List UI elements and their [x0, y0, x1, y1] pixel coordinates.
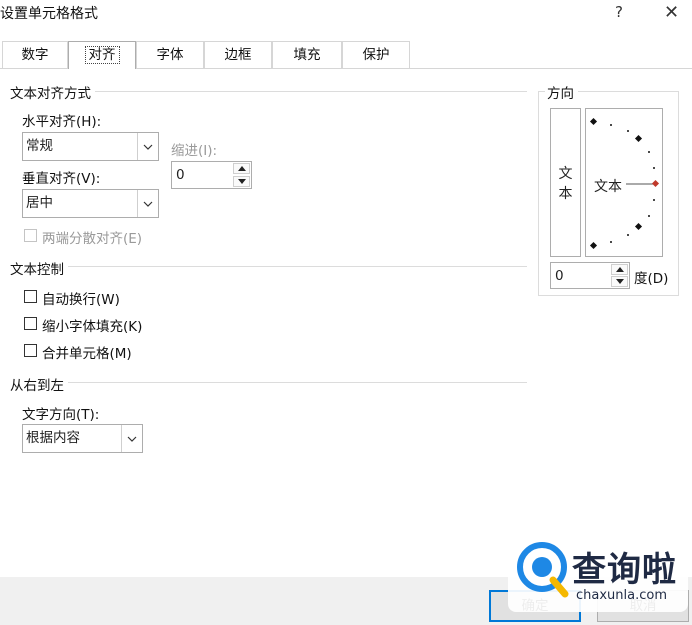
rtl-group-line [10, 382, 527, 383]
rtl-group-title: 从右到左 [10, 374, 68, 394]
vertical-align-select[interactable]: 居中 [22, 189, 159, 218]
spin-up-icon[interactable] [611, 264, 628, 275]
chevron-down-icon[interactable] [137, 133, 158, 160]
watermark-logo-icon [517, 542, 569, 598]
indent-stepper[interactable]: 0 [171, 161, 252, 189]
chevron-down-icon[interactable] [121, 425, 142, 452]
horizontal-align-select[interactable]: 常规 [22, 132, 159, 161]
merge-cells-label[interactable]: 合并单元格(M) [42, 342, 132, 362]
shrink-to-fit-checkbox[interactable] [24, 317, 37, 330]
spin-up-icon[interactable] [233, 163, 250, 174]
text-direction-value: 根据内容 [26, 430, 80, 446]
indent-value: 0 [176, 167, 185, 183]
alignment-group-title: 文本对齐方式 [10, 82, 95, 102]
justify-distributed-checkbox[interactable] [24, 229, 37, 242]
tab-number[interactable]: 数字 [2, 41, 68, 68]
orientation-dial[interactable]: 文本 [585, 108, 663, 257]
degree-label: 度(D) [634, 271, 669, 287]
wrap-text-checkbox[interactable] [24, 290, 37, 303]
tab-border[interactable]: 边框 [204, 41, 272, 68]
help-icon[interactable]: ? [615, 3, 623, 21]
spin-down-icon[interactable] [611, 276, 628, 287]
dialog-title: 设置单元格格式 [0, 6, 98, 22]
text-direction-select[interactable]: 根据内容 [22, 424, 143, 453]
spin-down-icon[interactable] [233, 176, 250, 187]
shrink-to-fit-label[interactable]: 缩小字体填充(K) [42, 315, 142, 335]
watermark-domain: chaxunla.com [576, 588, 667, 603]
horizontal-align-value: 常规 [26, 138, 53, 154]
vertical-align-value: 居中 [26, 195, 53, 211]
tab-protection[interactable]: 保护 [342, 41, 410, 68]
tab-font[interactable]: 字体 [136, 41, 204, 68]
dial-text: 文本 [594, 179, 622, 195]
horizontal-align-label: 水平对齐(H): [22, 114, 102, 130]
chevron-down-icon[interactable] [137, 190, 158, 217]
vertical-text-char-1: 文 [558, 166, 573, 182]
vertical-text-char-2: 本 [558, 186, 573, 202]
degree-value: 0 [555, 268, 564, 284]
text-control-group-title: 文本控制 [10, 258, 68, 278]
degree-stepper[interactable]: 0 [550, 262, 630, 289]
tab-fill[interactable]: 填充 [272, 41, 342, 68]
tab-alignment[interactable]: 对齐 [68, 41, 136, 69]
close-icon[interactable]: ✕ [664, 2, 679, 23]
watermark-brand: 查询啦 [572, 550, 677, 590]
wrap-text-label[interactable]: 自动换行(W) [42, 288, 120, 308]
indent-label: 缩进(I): [171, 143, 218, 159]
text-direction-label: 文字方向(T): [22, 407, 100, 423]
text-control-group-line [10, 266, 527, 267]
orientation-group-title: 方向 [545, 82, 578, 102]
vertical-text-box[interactable]: 文 本 [550, 108, 581, 257]
justify-distributed-label: 两端分散对齐(E) [42, 231, 143, 247]
vertical-align-label: 垂直对齐(V): [22, 171, 101, 187]
merge-cells-checkbox[interactable] [24, 344, 37, 357]
